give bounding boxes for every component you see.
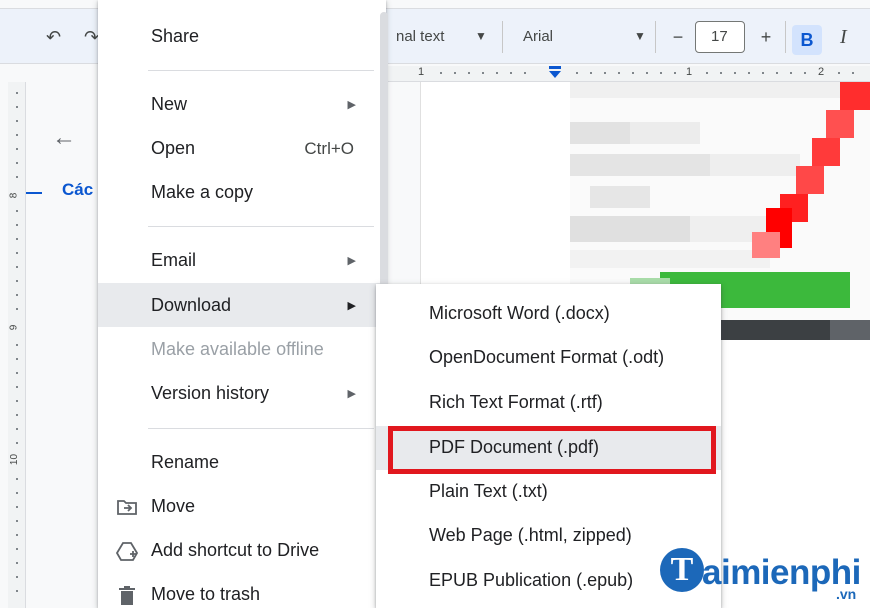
menu-item-share[interactable]: Share <box>98 14 386 58</box>
file-menu: Share New ▶ Open Ctrl+O Make a copy Emai… <box>98 0 386 608</box>
menu-item-version-history[interactable]: Version history ▶ <box>98 371 386 415</box>
highlight-box <box>388 426 716 474</box>
menu-item-label: Rename <box>151 452 220 472</box>
folder-move-icon <box>116 496 138 518</box>
menu-item-download[interactable]: Download ▶ <box>98 283 386 327</box>
submenu-item-label: Microsoft Word (.docx) <box>429 303 610 323</box>
drive-shortcut-icon <box>115 540 139 562</box>
submenu-item-label: Web Page (.html, zipped) <box>429 525 632 545</box>
menu-item-label: New <box>151 94 188 114</box>
download-option-rtf[interactable]: Rich Text Format (.rtf) <box>376 381 721 425</box>
submenu-item-label: Rich Text Format (.rtf) <box>429 392 603 412</box>
menu-item-label: Add shortcut to Drive <box>151 540 320 560</box>
watermark-suffix: .vn <box>836 586 857 602</box>
menu-item-label: Open <box>151 138 196 158</box>
watermark-logo: T <box>660 548 704 592</box>
download-option-docx[interactable]: Microsoft Word (.docx) <box>376 292 721 336</box>
submenu-item-label: OpenDocument Format (.odt) <box>429 347 665 367</box>
submenu-arrow-icon: ▶ <box>347 99 356 111</box>
menu-item-label: Version history <box>151 383 270 403</box>
menu-item-label: Share <box>151 26 200 46</box>
menu-item-label: Download <box>151 295 232 315</box>
menu-divider <box>148 428 374 429</box>
download-option-txt[interactable]: Plain Text (.txt) <box>376 470 721 514</box>
menu-item-label: Move to trash <box>151 584 261 604</box>
download-option-odt[interactable]: OpenDocument Format (.odt) <box>376 336 721 380</box>
menu-item-move[interactable]: Move <box>98 484 386 528</box>
menu-item-label: Email <box>151 250 197 270</box>
menu-item-add-shortcut[interactable]: Add shortcut to Drive <box>98 528 386 572</box>
menu-item-rename[interactable]: Rename <box>98 440 386 484</box>
menu-item-new[interactable]: New ▶ <box>98 82 386 126</box>
menu-item-make-a-copy[interactable]: Make a copy <box>98 170 386 214</box>
shortcut-label: Ctrl+O <box>304 139 354 158</box>
submenu-item-label: Plain Text (.txt) <box>429 481 548 501</box>
menu-item-label: Move <box>151 496 196 516</box>
menu-scrollbar[interactable] <box>380 12 388 322</box>
menu-item-make-available-offline: Make available offline <box>98 327 386 371</box>
menu-divider <box>148 70 374 71</box>
menu-item-email[interactable]: Email ▶ <box>98 238 386 282</box>
menu-item-move-to-trash[interactable]: Move to trash <box>98 572 386 608</box>
submenu-arrow-icon: ▶ <box>347 388 356 400</box>
trash-icon <box>116 584 138 606</box>
submenu-arrow-icon: ▶ <box>347 255 356 267</box>
submenu-arrow-icon: ▶ <box>347 300 356 312</box>
menu-item-open[interactable]: Open Ctrl+O <box>98 126 386 170</box>
menu-item-label: Make a copy <box>151 182 254 202</box>
menu-item-label: Make available offline <box>151 339 324 359</box>
menu-divider <box>148 226 374 227</box>
submenu-item-label: EPUB Publication (.epub) <box>429 570 634 590</box>
